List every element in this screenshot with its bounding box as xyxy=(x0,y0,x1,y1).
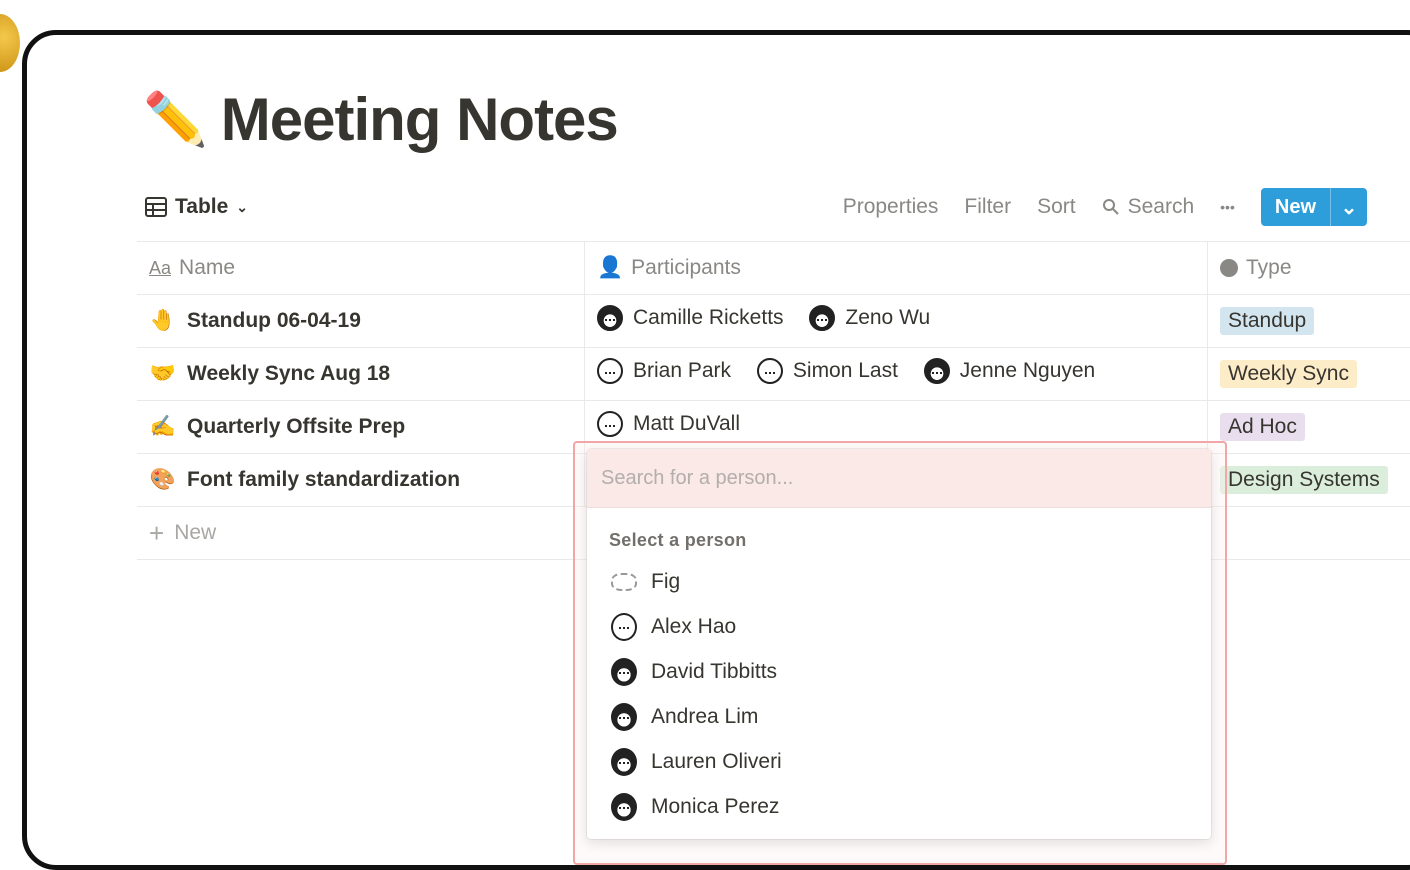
person-option-lauren-oliveri[interactable]: Lauren Oliveri xyxy=(587,739,1211,784)
name-cell[interactable]: 🎨 Font family standardization xyxy=(137,454,585,507)
row-name: Font family standardization xyxy=(187,468,460,492)
avatar xyxy=(597,411,623,437)
search-label: Search xyxy=(1128,195,1195,219)
name-cell[interactable]: ✍️ Quarterly Offsite Prep xyxy=(137,401,585,454)
header-type-label: Type xyxy=(1246,256,1292,280)
participants-cell[interactable]: Camille Ricketts Zeno Wu xyxy=(585,295,1208,348)
participant-name: Matt DuVall xyxy=(633,412,740,436)
participant-name: Simon Last xyxy=(793,359,898,383)
person-option-david-tibbitts[interactable]: David Tibbitts xyxy=(587,649,1211,694)
person-picker-highlight: Search for a person... Select a person F… xyxy=(573,441,1227,865)
name-cell[interactable]: 🤚 Standup 06-04-19 xyxy=(137,295,585,348)
person-option-label: Andrea Lim xyxy=(651,705,758,729)
person-option-fig[interactable]: Fig xyxy=(587,559,1211,604)
app-window: ✏️ Meeting Notes Table ⌄ Properties Filt… xyxy=(22,30,1410,870)
fig-icon xyxy=(611,573,637,591)
type-tag: Standup xyxy=(1220,307,1314,335)
participants-cell[interactable]: Brian Park Simon Last Jenne Nguyen xyxy=(585,348,1208,401)
filter-button[interactable]: Filter xyxy=(964,195,1011,219)
participant-name: Zeno Wu xyxy=(845,306,930,330)
properties-button[interactable]: Properties xyxy=(843,195,939,219)
person-search-placeholder: Search for a person... xyxy=(601,467,793,490)
avatar xyxy=(597,358,623,384)
avatar xyxy=(611,703,637,731)
corner-badge xyxy=(0,14,20,72)
palette-icon: 🎨 xyxy=(149,468,177,492)
avatar xyxy=(597,305,623,331)
row-name: Weekly Sync Aug 18 xyxy=(187,362,390,386)
view-switcher[interactable]: Table ⌄ xyxy=(145,195,248,219)
person-option-label: Lauren Oliveri xyxy=(651,750,782,774)
handshake-icon: 🤝 xyxy=(149,362,177,386)
avatar xyxy=(611,658,637,686)
table-icon xyxy=(145,197,167,217)
header-type[interactable]: Type xyxy=(1208,242,1410,295)
picker-section-label: Select a person xyxy=(609,530,1211,551)
row-name: Quarterly Offsite Prep xyxy=(187,415,405,439)
more-options-icon[interactable]: ••• xyxy=(1220,199,1235,215)
header-name-label: Name xyxy=(179,256,235,280)
person-option-label: Alex Hao xyxy=(651,615,736,639)
header-name[interactable]: Aa Name xyxy=(137,242,585,295)
person-option-label: Fig xyxy=(651,570,680,594)
view-label: Table xyxy=(175,195,228,219)
person-option-alex-hao[interactable]: Alex Hao xyxy=(587,604,1211,649)
type-cell[interactable]: Design Systems xyxy=(1208,454,1410,507)
page-title-text: Meeting Notes xyxy=(221,85,618,154)
avatar xyxy=(611,793,637,821)
chevron-down-icon: ⌄ xyxy=(236,199,248,216)
type-cell[interactable]: Standup xyxy=(1208,295,1410,348)
person-picker: Search for a person... Select a person F… xyxy=(587,449,1211,839)
row-name: Standup 06-04-19 xyxy=(187,309,361,333)
avatar xyxy=(757,358,783,384)
new-dropdown-chevron-icon[interactable]: ⌄ xyxy=(1330,188,1367,226)
person-option-monica-perez[interactable]: Monica Perez xyxy=(587,784,1211,829)
search-button[interactable]: Search xyxy=(1102,195,1195,219)
participant: Brian Park xyxy=(597,358,731,384)
table-row[interactable]: 🤝 Weekly Sync Aug 18 Brian Park Simon La… xyxy=(137,348,1410,401)
avatar xyxy=(809,305,835,331)
type-tag: Ad Hoc xyxy=(1220,413,1305,441)
new-button[interactable]: New ⌄ xyxy=(1261,188,1367,226)
avatar xyxy=(924,358,950,384)
hand-icon: 🤚 xyxy=(149,309,177,333)
name-cell[interactable]: 🤝 Weekly Sync Aug 18 xyxy=(137,348,585,401)
avatar xyxy=(611,613,637,641)
database-toolbar: Table ⌄ Properties Filter Sort Search ••… xyxy=(145,187,1367,227)
type-tag: Design Systems xyxy=(1220,466,1388,494)
search-icon xyxy=(1102,198,1120,216)
participant-name: Camille Ricketts xyxy=(633,306,784,330)
type-cell[interactable]: Weekly Sync xyxy=(1208,348,1410,401)
table-header-row: Aa Name 👤 Participants Type xyxy=(137,242,1410,295)
writing-hand-icon: ✍️ xyxy=(149,415,177,439)
table-row[interactable]: 🤚 Standup 06-04-19 Camille Ricketts Zeno… xyxy=(137,295,1410,348)
person-option-label: David Tibbitts xyxy=(651,660,777,684)
participant: Jenne Nguyen xyxy=(924,358,1095,384)
sort-button[interactable]: Sort xyxy=(1037,195,1076,219)
type-cell[interactable]: Ad Hoc xyxy=(1208,401,1410,454)
select-property-icon xyxy=(1220,259,1238,277)
person-property-icon: 👤 xyxy=(597,256,623,280)
header-participants-label: Participants xyxy=(631,256,741,280)
type-tag: Weekly Sync xyxy=(1220,360,1357,388)
text-property-icon: Aa xyxy=(149,258,171,279)
page-title: ✏️ Meeting Notes xyxy=(143,85,618,154)
pencil-icon: ✏️ xyxy=(143,89,207,150)
person-option-andrea-lim[interactable]: Andrea Lim xyxy=(587,694,1211,739)
participant: Camille Ricketts xyxy=(597,305,784,331)
header-participants[interactable]: 👤 Participants xyxy=(585,242,1208,295)
participant-name: Jenne Nguyen xyxy=(960,359,1095,383)
participant: Simon Last xyxy=(757,358,898,384)
participant: Matt DuVall xyxy=(597,411,740,437)
new-button-label: New xyxy=(1261,188,1330,226)
person-option-label: Monica Perez xyxy=(651,795,779,819)
participant-name: Brian Park xyxy=(633,359,731,383)
person-search-input[interactable]: Search for a person... xyxy=(587,449,1211,508)
avatar xyxy=(611,748,637,776)
plus-icon: + xyxy=(149,518,164,549)
new-row-label: New xyxy=(174,521,216,545)
participant: Zeno Wu xyxy=(809,305,930,331)
